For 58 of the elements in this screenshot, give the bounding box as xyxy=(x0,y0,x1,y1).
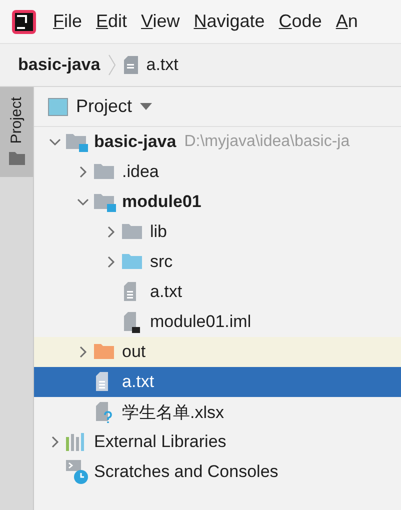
module-folder-icon xyxy=(66,132,88,152)
tree-row[interactable]: out xyxy=(34,337,401,367)
folder-icon xyxy=(122,252,144,272)
tree-item-label: .idea xyxy=(122,162,159,182)
tree-item-label: Scratches and Consoles xyxy=(94,462,278,482)
menu-item[interactable]: Edit xyxy=(95,9,128,34)
expand-chevron-icon[interactable] xyxy=(77,346,89,358)
unknown-file-icon xyxy=(94,401,112,423)
tree-item-label: External Libraries xyxy=(94,432,226,452)
tree-row[interactable]: lib xyxy=(34,217,401,247)
module-folder-icon xyxy=(94,192,116,212)
project-view-icon xyxy=(48,98,68,116)
tree-row[interactable]: a.txt xyxy=(34,277,401,307)
menu-item[interactable]: An xyxy=(334,9,359,34)
tree-row[interactable]: 学生名单.xlsx xyxy=(34,397,401,427)
menu-item[interactable]: Navigate xyxy=(192,9,266,34)
menu-item[interactable]: File xyxy=(52,9,84,34)
project-path: D:\myjava\idea\basic-ja xyxy=(184,133,350,151)
tree-row[interactable]: src xyxy=(34,247,401,277)
dropdown-caret-icon[interactable] xyxy=(140,103,152,110)
tree-item-label: lib xyxy=(150,222,168,242)
tree-row[interactable]: Scratches and Consoles xyxy=(34,457,401,487)
separator-icon xyxy=(108,54,116,76)
tree-item-label: basic-java xyxy=(94,132,176,152)
expand-chevron-icon[interactable] xyxy=(105,256,117,268)
tree-row[interactable]: .idea xyxy=(34,157,401,187)
folder-icon xyxy=(94,342,116,362)
collapse-chevron-icon[interactable] xyxy=(49,136,61,148)
tree-item-label: src xyxy=(150,252,173,272)
libraries-icon xyxy=(66,433,86,451)
folder-icon xyxy=(122,222,144,242)
side-tab[interactable]: Project xyxy=(0,87,33,177)
text-file-icon xyxy=(124,56,138,74)
tree-item-label: 学生名单.xlsx xyxy=(122,402,224,424)
folder-icon xyxy=(94,162,116,182)
breadcrumb-item[interactable]: basic-java xyxy=(18,55,100,75)
app-logo-icon xyxy=(12,10,36,34)
menu-item[interactable]: View xyxy=(140,9,181,34)
tree-row[interactable]: module01 xyxy=(34,187,401,217)
iml-file-icon xyxy=(122,311,140,333)
tree-row[interactable]: basic-java D:\myjava\idea\basic-ja xyxy=(34,127,401,157)
panel-title: Project xyxy=(76,96,132,117)
expand-chevron-icon[interactable] xyxy=(77,166,89,178)
scratches-icon xyxy=(66,460,88,484)
menu-item[interactable]: Code xyxy=(278,9,323,34)
tree-item-label: module01 xyxy=(122,192,202,212)
folder-icon xyxy=(8,152,24,165)
collapse-chevron-icon[interactable] xyxy=(77,196,89,208)
tree-item-label: module01.iml xyxy=(150,312,252,332)
breadcrumb-item[interactable]: a.txt xyxy=(146,55,178,75)
tree-row[interactable]: External Libraries xyxy=(34,427,401,457)
tree-row[interactable]: module01.iml xyxy=(34,307,401,337)
expand-chevron-icon[interactable] xyxy=(105,226,117,238)
tree-row[interactable]: a.txt xyxy=(34,367,401,397)
tree-item-label: out xyxy=(122,342,146,362)
expand-chevron-icon[interactable] xyxy=(49,436,61,448)
tree-item-label: a.txt xyxy=(150,282,182,302)
tree-item-label: a.txt xyxy=(122,372,154,392)
